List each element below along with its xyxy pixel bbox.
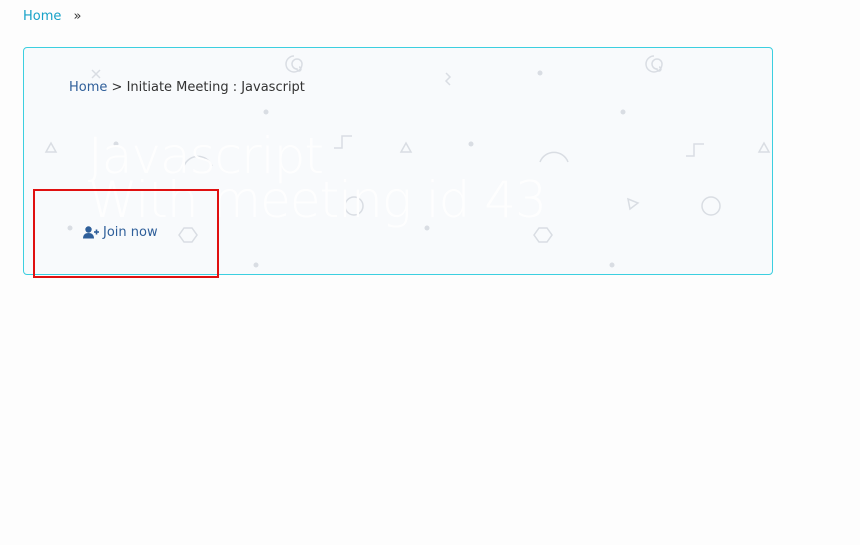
page-title: Javascript With meeting id 43 [88, 131, 547, 229]
join-now-label: Join now [103, 225, 158, 240]
breadcrumb-home-link[interactable]: Home [23, 9, 61, 24]
banner-breadcrumb-home-link[interactable]: Home [69, 80, 107, 95]
join-now-button[interactable]: Join now [83, 225, 158, 240]
meeting-banner: Home > Initiate Meeting : Javascript Jav… [23, 47, 773, 275]
banner-breadcrumb-current: Initiate Meeting : Javascript [126, 80, 305, 95]
user-plus-icon [83, 226, 99, 239]
page-title-line-2: With meeting id 43 [88, 171, 547, 229]
breadcrumb: Home » [23, 9, 82, 24]
banner-breadcrumb-separator: > [111, 80, 123, 95]
banner-breadcrumb: Home > Initiate Meeting : Javascript [69, 80, 305, 95]
breadcrumb-separator: » [73, 9, 82, 24]
